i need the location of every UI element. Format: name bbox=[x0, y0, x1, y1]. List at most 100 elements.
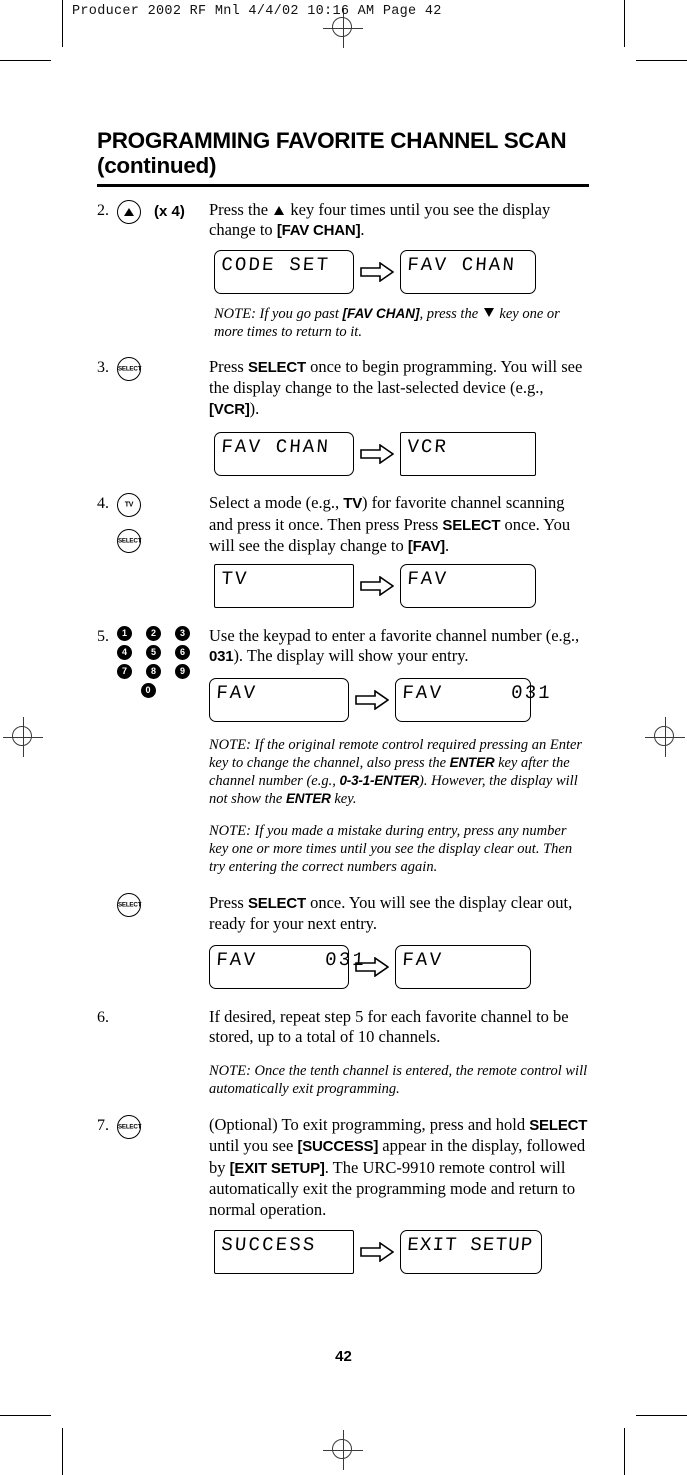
step-3-text-a: Press bbox=[209, 356, 248, 376]
step-6-note: NOTE: Once the tenth channel is entered,… bbox=[209, 1062, 589, 1098]
registration-mark-right bbox=[645, 717, 685, 757]
step-3-vcr-token: [VCR] bbox=[209, 400, 250, 418]
step-6-text: If desired, repeat step 5 for each favor… bbox=[209, 1006, 569, 1047]
tv-button-icon[interactable]: TV bbox=[117, 493, 141, 517]
step-5-icons: 1 2 3 4 5 6 7 8 9 0 bbox=[117, 625, 209, 702]
transition-arrow-icon bbox=[354, 261, 400, 282]
lcd-after-step-7-text: EXIT SETUP bbox=[406, 1234, 535, 1256]
lcd-after-step-2-text: FAV CHAN bbox=[406, 253, 517, 276]
step-5-number: 5. bbox=[97, 627, 109, 645]
keypad-key-1[interactable]: 1 bbox=[117, 625, 132, 641]
step-3-text-c: ). bbox=[249, 398, 260, 418]
keypad-key-8[interactable]: 8 bbox=[146, 663, 161, 679]
step-2-repeat-label: (x 4) bbox=[154, 203, 185, 220]
title-divider bbox=[97, 184, 589, 187]
step-7-exit-setup-token: [EXIT SETUP] bbox=[229, 1159, 325, 1177]
keypad-key-4[interactable]: 4 bbox=[117, 644, 132, 660]
transition-arrow-icon bbox=[354, 1242, 400, 1262]
step-4-body: Select a mode (e.g., TV) for favorite ch… bbox=[209, 493, 589, 558]
step-select-clear-number bbox=[97, 893, 117, 894]
select-button-icon[interactable]: SELECT bbox=[117, 892, 141, 917]
select-button-label: SELECT bbox=[118, 365, 142, 372]
lcd-before-step-2-text: CODE SET bbox=[220, 253, 331, 276]
step-6: 6. If desired, repeat step 5 for each fa… bbox=[97, 1007, 589, 1098]
lcd-before-step-7: SUCCESS bbox=[214, 1230, 354, 1274]
transition-arrow-icon bbox=[354, 444, 400, 464]
crop-mark-top-left-vertical bbox=[62, 0, 63, 47]
step-5-note2-text: NOTE: If you made a mistake during entry… bbox=[209, 822, 573, 875]
lcd-before-step-4-text: TV bbox=[220, 567, 250, 590]
step-7-icons: SELECT bbox=[117, 1114, 209, 1139]
page-number: 42 bbox=[335, 1348, 352, 1365]
crop-mark-top-right-vertical bbox=[624, 0, 625, 47]
step-2-note: NOTE: If you go past [FAV CHAN], press t… bbox=[214, 305, 589, 341]
step-2-number: 2. bbox=[97, 201, 109, 219]
step-5-note-1: NOTE: If the original remote control req… bbox=[209, 736, 589, 808]
step-6-note-text: NOTE: Once the tenth channel is entered,… bbox=[209, 1062, 588, 1097]
lcd-after-step-5-text: FAV 031 bbox=[401, 681, 553, 704]
page-content: PROGRAMMING FAVORITE CHANNEL SCAN (conti… bbox=[97, 128, 589, 1274]
transition-arrow-icon bbox=[349, 689, 395, 710]
lcd-before-select-clear: FAV 031 bbox=[209, 944, 367, 989]
down-triangle-icon bbox=[483, 307, 494, 317]
step-7: 7. SELECT (Optional) To exit programming… bbox=[97, 1114, 589, 1221]
lcd-after-step-3-text: VCR bbox=[406, 436, 449, 458]
step-select-clear-text-a: Press bbox=[209, 892, 248, 912]
keypad-key-6[interactable]: 6 bbox=[175, 644, 190, 660]
step-5-note1-d: key. bbox=[330, 790, 357, 807]
step-3-body: Press SELECT once to begin programming. … bbox=[209, 357, 589, 421]
step-4-fav-token: [FAV] bbox=[407, 538, 445, 555]
step-2-fav-chan-token: [FAV CHAN] bbox=[276, 222, 361, 239]
step-5-display-sequence: FAV FAV 031 bbox=[209, 677, 589, 722]
lcd-before-step-3-text: FAV CHAN bbox=[220, 436, 331, 458]
registration-mark-left bbox=[3, 717, 43, 757]
keypad-key-9[interactable]: 9 bbox=[175, 663, 190, 679]
lcd-after-select-clear: FAV bbox=[395, 944, 531, 989]
lcd-before-step-3: FAV CHAN bbox=[214, 432, 354, 476]
step-2-display-sequence: CODE SET FAV CHAN bbox=[214, 249, 589, 294]
step-2-note-bold: [FAV CHAN] bbox=[342, 305, 420, 321]
step-3: 3. SELECT Press SELECT once to begin pro… bbox=[97, 356, 589, 421]
step-select-clear-select-token: SELECT bbox=[247, 894, 306, 912]
step-2-note-prefix: NOTE: If you go past bbox=[214, 305, 343, 322]
step-7-number: 7. bbox=[97, 1116, 109, 1134]
numeric-keypad-icon[interactable]: 1 2 3 4 5 6 7 8 9 0 bbox=[117, 625, 203, 698]
step-4-display-sequence: TV FAV bbox=[214, 563, 589, 608]
print-slug-line: Producer 2002 RF Mnl 4/4/02 10:16 AM Pag… bbox=[72, 4, 442, 19]
step-4-text-d: . bbox=[444, 536, 450, 555]
step-5-channel-token: 031 bbox=[209, 648, 234, 665]
lcd-before-step-5-text: FAV bbox=[215, 681, 258, 704]
lcd-before-step-4: TV bbox=[214, 563, 354, 608]
step-5-text-b: ). The display will show your entry. bbox=[233, 646, 469, 665]
step-4-tv-token: TV bbox=[343, 495, 363, 512]
lcd-before-step-2: CODE SET bbox=[214, 249, 354, 294]
select-button-icon[interactable]: SELECT bbox=[117, 356, 142, 381]
step-2-icons: (x 4) bbox=[117, 199, 209, 224]
lcd-after-step-2: FAV CHAN bbox=[400, 249, 536, 294]
lcd-before-select-clear-text: FAV 031 bbox=[215, 948, 367, 971]
keypad-key-3[interactable]: 3 bbox=[175, 625, 190, 641]
page-title: PROGRAMMING FAVORITE CHANNEL SCAN (conti… bbox=[97, 128, 589, 178]
lcd-before-step-5: FAV bbox=[209, 677, 349, 722]
step-select-clear-body: Press SELECT once. You will see the disp… bbox=[209, 893, 589, 989]
keypad-key-2[interactable]: 2 bbox=[146, 625, 161, 641]
step-3-icons: SELECT bbox=[117, 356, 209, 381]
step-4: 4. TV SELECT Select a mode (e.g., TV) fo… bbox=[97, 493, 589, 558]
keypad-key-0[interactable]: 0 bbox=[140, 682, 156, 698]
step-4-number: 4. bbox=[97, 495, 109, 512]
step-2-text-a: Press the bbox=[209, 199, 273, 219]
step-6-body: If desired, repeat step 5 for each favor… bbox=[209, 1007, 589, 1098]
tv-button-label: TV bbox=[124, 501, 134, 509]
keypad-key-7[interactable]: 7 bbox=[117, 663, 132, 679]
step-4-icons: TV SELECT bbox=[117, 493, 209, 553]
keypad-key-5[interactable]: 5 bbox=[146, 644, 161, 660]
page-title-line2: (continued) bbox=[97, 153, 217, 178]
up-arrow-button-icon[interactable] bbox=[117, 199, 141, 224]
select-button-icon[interactable]: SELECT bbox=[117, 529, 141, 553]
step-2-body: Press the key four times until you see t… bbox=[209, 200, 589, 242]
select-button-icon[interactable]: SELECT bbox=[117, 1114, 141, 1139]
lcd-after-step-3: VCR bbox=[400, 432, 536, 476]
crop-mark-bottom-right-horizontal bbox=[636, 1415, 687, 1416]
up-triangle-icon bbox=[274, 205, 285, 215]
step-7-text-a: (Optional) To exit programming, press an… bbox=[209, 1114, 530, 1134]
